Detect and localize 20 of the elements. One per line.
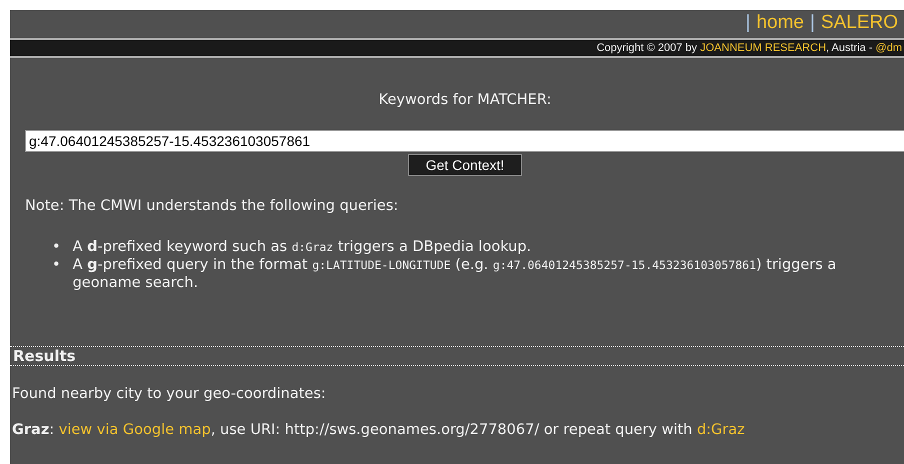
nav-link[interactable]: SALERO: [820, 12, 898, 36]
link[interactable]: @dm: [876, 42, 902, 54]
results-heading: Results: [10, 346, 904, 366]
link[interactable]: view via Google map: [58, 422, 211, 438]
result-line: Graz: view via Google map, use URI: http://sws.geonames.org/2778067/ or repeat query with d:Graz: [12, 422, 746, 438]
get-context-button[interactable]: Get Context!: [408, 154, 522, 176]
link[interactable]: d:Graz: [696, 422, 745, 438]
nav-separator: |: [810, 12, 815, 35]
link[interactable]: JOANNEUM RESEARCH: [700, 42, 826, 54]
query-description: A g-prefixed query in the format g:LATITUDE-LONGITUDE (e.g. g:47.06401245385257-15.453236103057861) triggers a geoname search.: [72, 256, 838, 292]
results-intro: Found nearby city to your geo-coordinates:: [12, 386, 327, 402]
note-text: Note: The CMWI understands the following queries:: [25, 198, 400, 214]
nav-link[interactable]: home: [756, 12, 804, 36]
copyright-text: Copyright © 2007 by JOANNEUM RESEARCH, Austria - @dm: [596, 42, 902, 54]
bullet-marker: •: [52, 256, 61, 275]
bullet-marker: •: [52, 238, 61, 256]
query-description: A d-prefixed keyword such as d:Graz triggers a DBpedia lookup.: [72, 238, 532, 256]
keywords-label: Keywords for MATCHER:: [378, 92, 552, 108]
nav-separator: |: [746, 12, 750, 35]
keywords-field[interactable]: g:47.06401245385257-15.453236103057861: [25, 130, 904, 152]
